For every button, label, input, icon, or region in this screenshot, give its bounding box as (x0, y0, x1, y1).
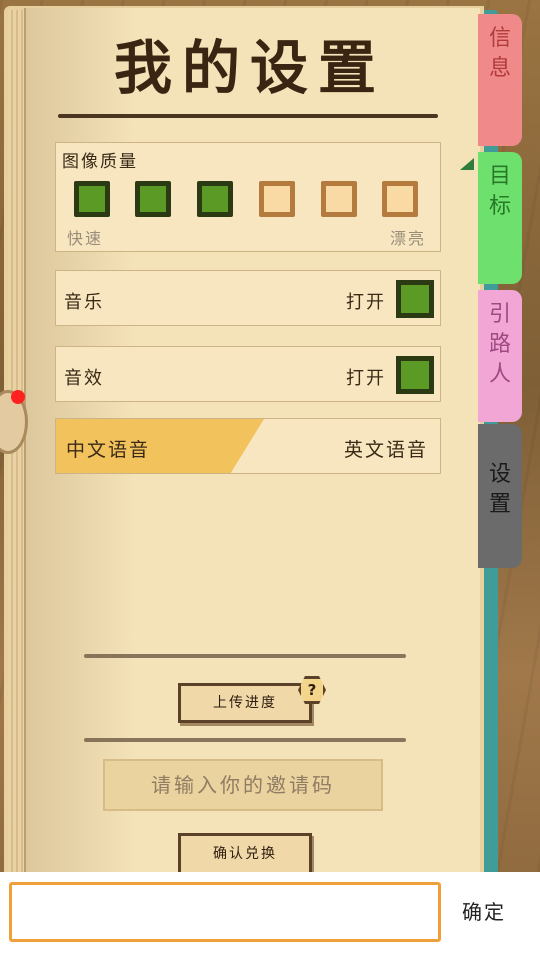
upload-progress-button[interactable]: 上传进度 (178, 683, 312, 723)
title-underline (58, 114, 438, 118)
divider-bottom (84, 738, 406, 742)
tab-char: 设 (488, 462, 511, 487)
quality-level-4[interactable] (259, 181, 295, 217)
english-voice-option[interactable]: 英文语音 (344, 435, 428, 462)
quality-level-2[interactable] (135, 181, 171, 217)
upload-progress-label: 上传进度 (213, 695, 277, 711)
confirm-button[interactable]: 确定 (462, 896, 506, 925)
tab-char: 标 (488, 194, 511, 219)
divider-top (84, 654, 406, 658)
redeem-button[interactable]: 确认兑换 (178, 833, 312, 875)
quality-level-5[interactable] (321, 181, 357, 217)
fast-label: 快速 (67, 229, 104, 248)
tab-char: 息 (488, 56, 511, 81)
notification-dot (11, 390, 25, 404)
text-input-field[interactable] (9, 882, 441, 942)
sound-state-label: 打开 (346, 368, 386, 389)
sound-label: 音效 (64, 368, 104, 389)
quality-level-3[interactable] (197, 181, 233, 217)
music-toggle[interactable] (396, 280, 434, 318)
sound-toggle[interactable] (396, 356, 434, 394)
tab-char: 引 (488, 302, 511, 327)
tab-notch (460, 158, 474, 170)
chinese-voice-option[interactable]: 中文语音 (66, 435, 150, 462)
sound-row: 音效 打开 (55, 346, 441, 402)
music-label: 音乐 (64, 292, 104, 313)
tab-goals[interactable]: 目标 (478, 152, 522, 284)
music-row: 音乐 打开 (55, 270, 441, 326)
tab-char: 置 (488, 492, 511, 517)
graphics-quality-panel: 图像质量 快速 漂亮 (55, 142, 441, 252)
tab-char: 人 (488, 362, 511, 387)
redeem-label: 确认兑换 (213, 846, 277, 862)
voice-language-row: 中文语音 英文语音 (55, 418, 441, 474)
pretty-label: 漂亮 (390, 229, 427, 248)
tab-guide[interactable]: 引路人 (478, 290, 522, 422)
invite-code-field[interactable]: 请输入你的邀请码 (103, 759, 383, 811)
quality-level-1[interactable] (74, 181, 110, 217)
tab-char: 信 (488, 26, 511, 51)
page-title: 我的设置 (113, 34, 386, 102)
tab-char: 目 (488, 164, 511, 189)
tab-char: 路 (488, 332, 511, 357)
tab-settings[interactable]: 设置 (478, 424, 522, 568)
quality-level-6[interactable] (382, 181, 418, 217)
graphics-quality-label: 图像质量 (62, 152, 138, 172)
tab-info[interactable]: 信息 (478, 14, 522, 146)
music-state-label: 打开 (346, 292, 386, 313)
